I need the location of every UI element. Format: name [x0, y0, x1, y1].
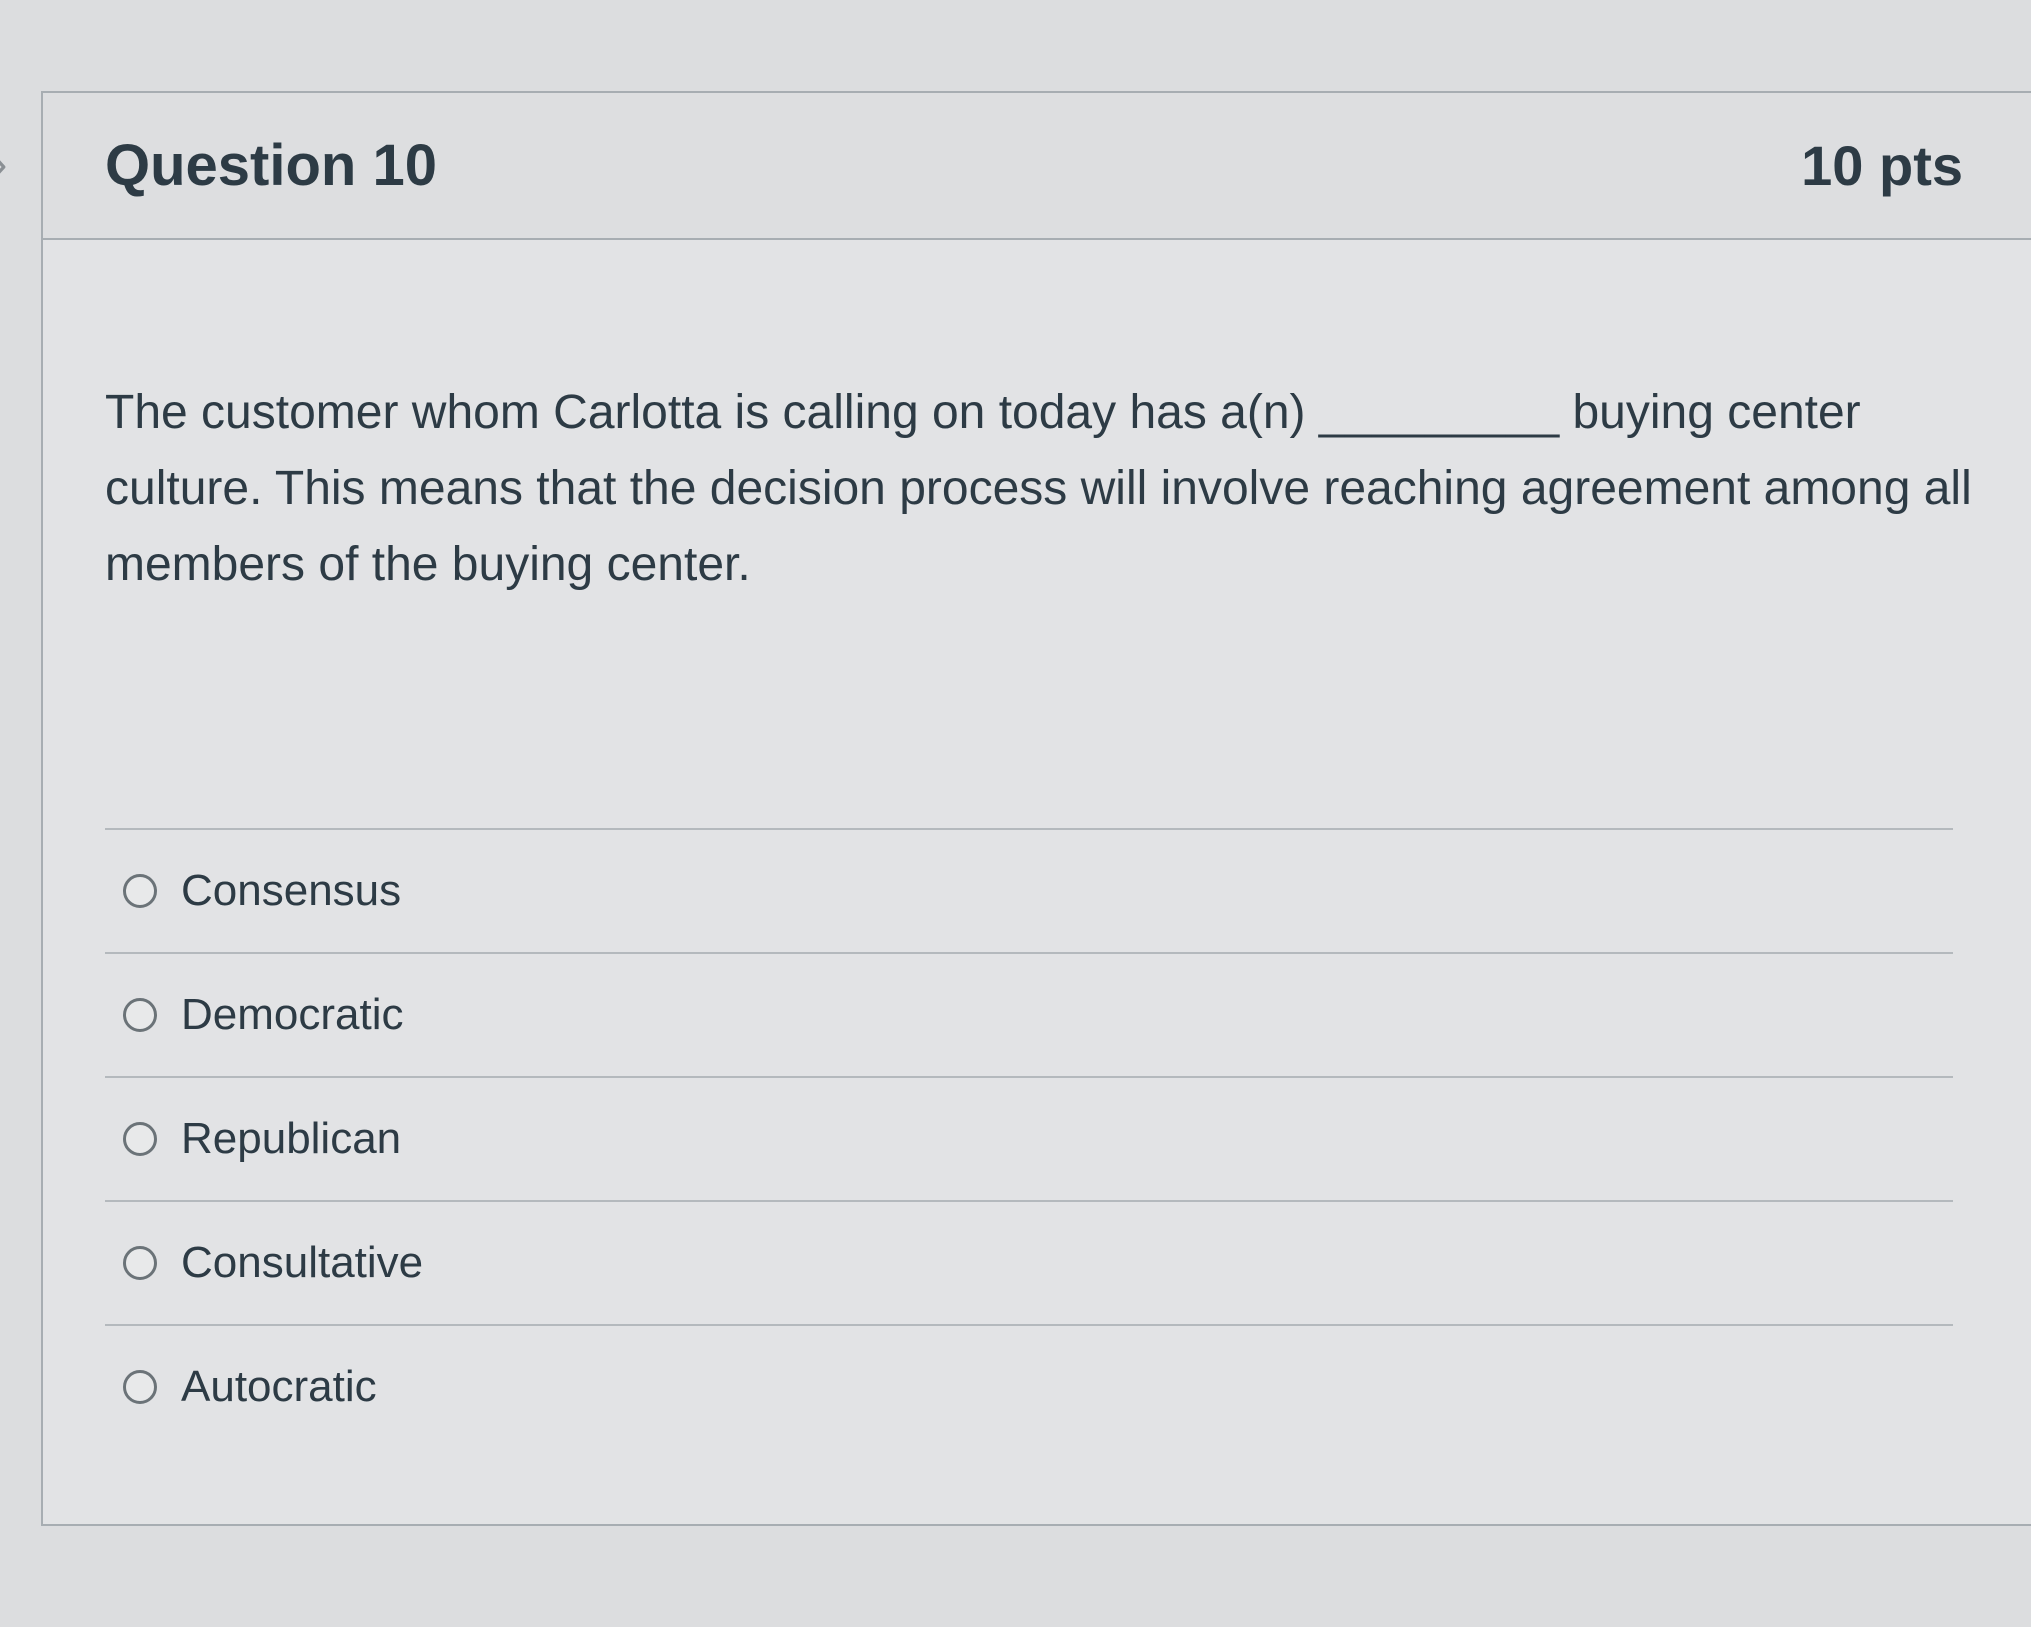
radio-unselected-icon[interactable] [123, 1246, 157, 1280]
radio-unselected-icon[interactable] [123, 998, 157, 1032]
answer-label: Democratic [181, 990, 404, 1039]
question-card: Question 10 10 pts The customer whom Car… [41, 91, 2031, 1526]
answer-label: Consensus [181, 866, 402, 915]
answer-label: Consultative [181, 1238, 424, 1287]
answer-label: Autocratic [181, 1362, 377, 1411]
question-header: Question 10 10 pts [43, 93, 2031, 240]
answer-option-republican[interactable]: Republican [105, 1076, 1953, 1200]
answer-option-consultative[interactable]: Consultative [105, 1200, 1953, 1324]
answer-label: Republican [181, 1114, 402, 1163]
chevron-right-icon[interactable]: › [0, 140, 7, 186]
answer-list: Consensus Democratic Republican Consulta… [105, 828, 1953, 1448]
question-title: Question 10 [105, 133, 437, 198]
radio-unselected-icon[interactable] [123, 1122, 157, 1156]
radio-unselected-icon[interactable] [123, 874, 157, 908]
answer-option-autocratic[interactable]: Autocratic [105, 1324, 1953, 1448]
radio-unselected-icon[interactable] [123, 1370, 157, 1404]
question-prompt: The customer whom Carlotta is calling on… [105, 386, 1972, 591]
answer-option-consensus[interactable]: Consensus [105, 828, 1953, 952]
answer-option-democratic[interactable]: Democratic [105, 952, 1953, 1076]
question-points: 10 pts [1801, 134, 1963, 197]
